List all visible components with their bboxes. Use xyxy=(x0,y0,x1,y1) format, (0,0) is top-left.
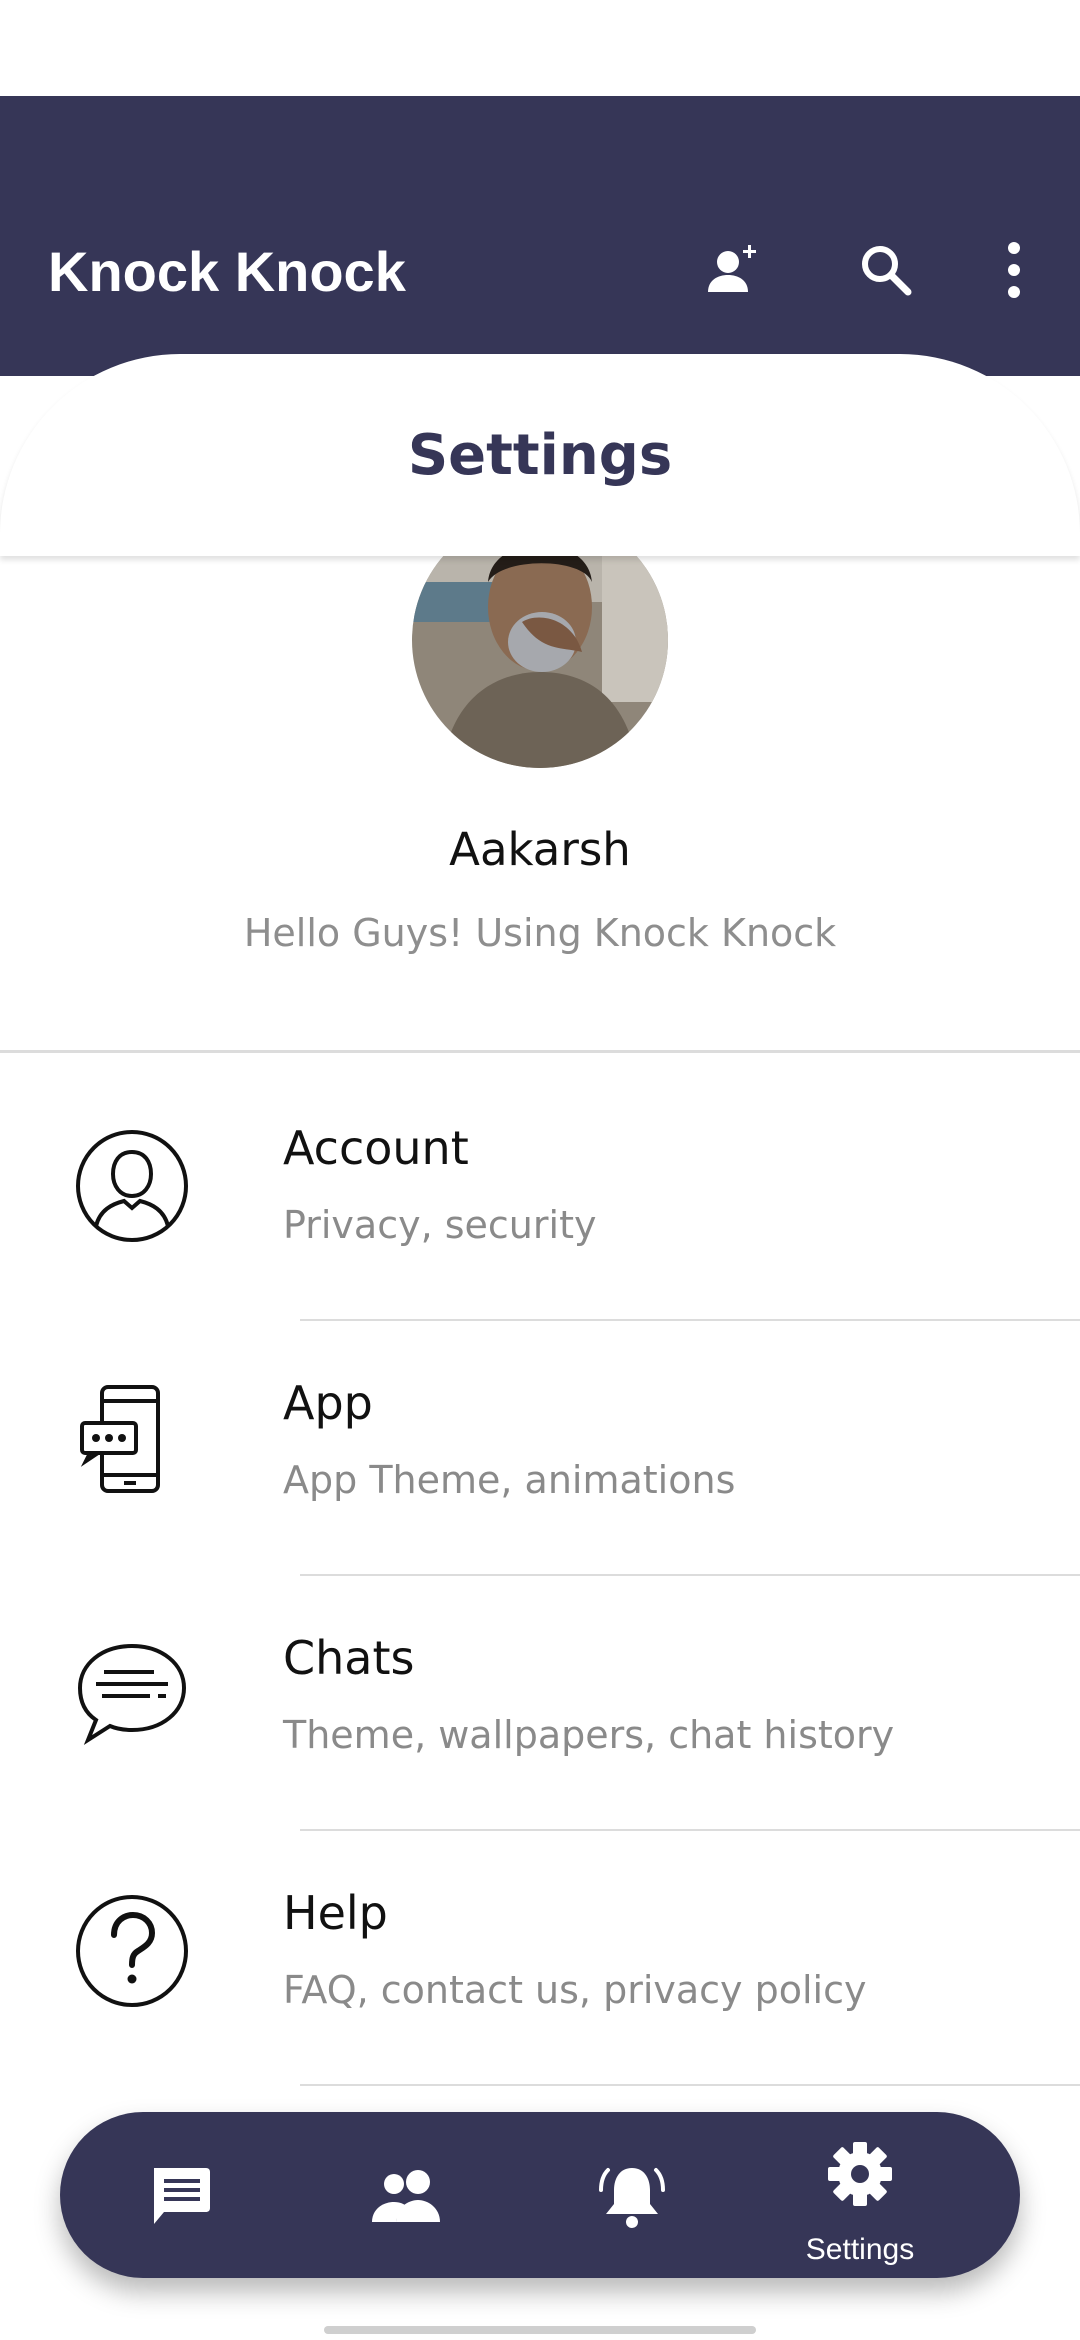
home-indicator xyxy=(324,2326,756,2334)
nav-item-chats[interactable] xyxy=(122,2112,238,2278)
profile-divider xyxy=(0,1050,1080,1053)
settings-header-card: Settings xyxy=(0,354,1080,556)
account-icon xyxy=(72,1126,192,1246)
nav-settings-label: Settings xyxy=(805,2233,915,2266)
chats-icon xyxy=(154,2168,210,2224)
bottom-navigation: Settings xyxy=(60,2112,1020,2278)
item-divider xyxy=(300,2084,1080,2086)
settings-item-title: App xyxy=(283,1376,373,1430)
add-contact-icon xyxy=(708,245,756,292)
settings-item-title: Help xyxy=(283,1886,388,1940)
settings-item-subtitle: App Theme, animations xyxy=(283,1458,736,1502)
status-bar xyxy=(0,0,1080,96)
settings-item-account[interactable]: Account Privacy, security xyxy=(0,1066,1080,1321)
page-title: Settings xyxy=(407,423,673,488)
search-button[interactable] xyxy=(838,222,934,318)
add-contact-button[interactable] xyxy=(686,222,782,318)
settings-item-app[interactable]: App App Theme, animations xyxy=(0,1321,1080,1576)
app-title: Knock Knock xyxy=(48,240,406,303)
settings-item-help[interactable]: Help FAQ, contact us, privacy policy xyxy=(0,1831,1080,2086)
settings-item-subtitle: Privacy, security xyxy=(283,1203,597,1247)
settings-item-subtitle: FAQ, contact us, privacy policy xyxy=(283,1968,867,2012)
profile-name: Aakarsh xyxy=(449,823,631,876)
notifications-icon xyxy=(599,2168,665,2228)
contacts-icon xyxy=(372,2170,440,2222)
settings-item-chats[interactable]: Chats Theme, wallpapers, chat history xyxy=(0,1576,1080,1831)
settings-item-title: Chats xyxy=(283,1631,415,1685)
help-icon xyxy=(72,1891,192,2011)
more-options-button[interactable] xyxy=(966,222,1062,318)
app-phone-icon xyxy=(72,1381,192,1501)
chat-bubble-icon xyxy=(72,1636,192,1756)
search-icon xyxy=(862,246,912,296)
settings-item-subtitle: Theme, wallpapers, chat history xyxy=(283,1713,895,1757)
nav-item-settings[interactable]: Settings xyxy=(772,2112,948,2278)
nav-item-contacts[interactable] xyxy=(344,2112,468,2278)
nav-item-notifications[interactable] xyxy=(574,2112,690,2278)
profile-status: Hello Guys! Using Knock Knock xyxy=(243,911,837,955)
settings-gear-icon xyxy=(828,2142,892,2206)
more-vert-icon xyxy=(1008,242,1020,298)
settings-item-title: Account xyxy=(283,1121,469,1175)
